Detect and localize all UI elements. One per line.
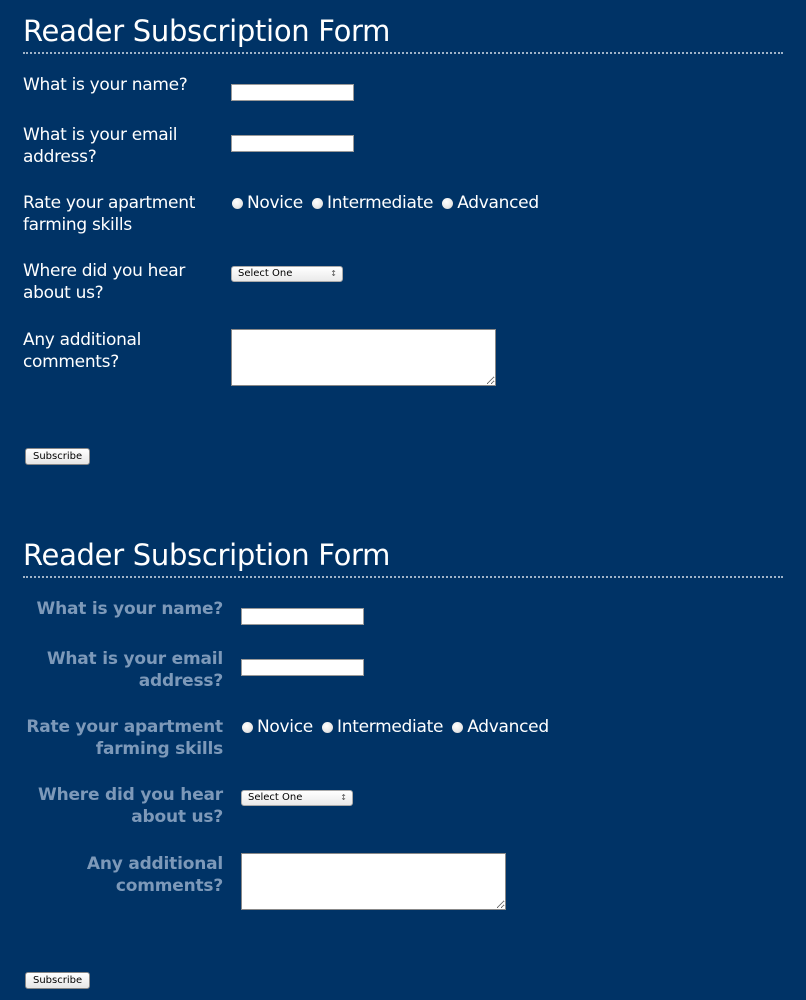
email-label-text: What is your email address? xyxy=(46,649,223,691)
hear-select-value: Select One xyxy=(248,792,303,803)
subscription-form-1: Reader Subscription Form What is your na… xyxy=(23,12,783,465)
subscribe-button[interactable]: Subscribe xyxy=(25,972,91,989)
hear-label: Where did you hear about us? xyxy=(23,261,186,303)
select-arrows-icon: ↕ xyxy=(330,269,337,278)
radio-label-novice: Novice xyxy=(257,717,313,737)
radio-label-intermediate: Intermediate xyxy=(327,193,434,213)
name-label: What is your name? xyxy=(36,599,224,619)
radio-intermediate[interactable] xyxy=(312,198,324,209)
comments-textarea[interactable] xyxy=(241,853,506,910)
email-input[interactable] xyxy=(231,135,354,152)
radio-label-novice: Novice xyxy=(247,193,303,213)
name-label: What is your name? xyxy=(23,75,188,95)
radio-label-intermediate: Intermediate xyxy=(337,717,444,737)
select-arrows-icon: ↕ xyxy=(340,793,347,802)
skills-label: Rate your apartment farming skills xyxy=(23,193,196,235)
form-title: Reader Subscription Form xyxy=(23,536,783,578)
subscription-form-2: Reader Subscription Form What is your na… xyxy=(23,536,783,989)
comments-label: Any additional comments? xyxy=(23,330,142,372)
email-label: What is your email address? xyxy=(23,125,178,167)
comments-label: Any additional comments? xyxy=(86,854,223,896)
email-input[interactable] xyxy=(241,659,364,676)
hear-select[interactable]: Select One ↕ xyxy=(231,266,343,282)
email-label: What is your email address? xyxy=(23,648,223,692)
radio-intermediate[interactable] xyxy=(322,722,334,733)
name-input[interactable] xyxy=(241,608,364,625)
radio-advanced[interactable] xyxy=(442,198,454,209)
name-input[interactable] xyxy=(231,84,354,101)
subscribe-button[interactable]: Subscribe xyxy=(25,448,91,465)
comments-textarea[interactable] xyxy=(231,329,496,386)
hear-label: Where did you hear about us? xyxy=(38,785,223,827)
radio-label-advanced: Advanced xyxy=(457,193,539,213)
form-title: Reader Subscription Form xyxy=(23,12,783,54)
radio-novice[interactable] xyxy=(242,722,253,733)
skills-radio-group: Novice Intermediate Advanced xyxy=(231,192,542,214)
radio-label-advanced: Advanced xyxy=(467,717,549,737)
skills-radio-group: Novice Intermediate Advanced xyxy=(241,716,552,738)
hear-select-value: Select One xyxy=(238,268,293,279)
radio-novice[interactable] xyxy=(232,198,243,209)
radio-advanced[interactable] xyxy=(452,722,464,733)
hear-select[interactable]: Select One ↕ xyxy=(241,790,353,806)
skills-label: Rate your apartment farming skills xyxy=(26,717,223,759)
